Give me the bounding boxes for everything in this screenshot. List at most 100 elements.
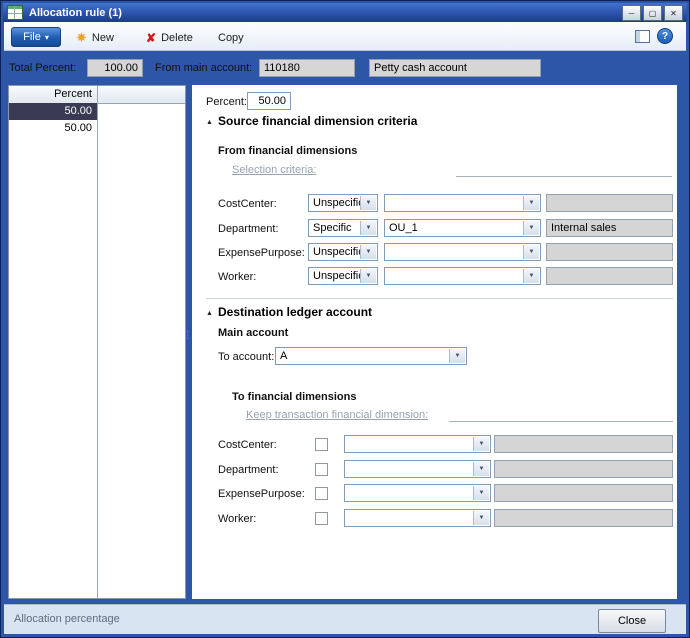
status-text: Allocation percentage	[14, 613, 120, 625]
dest-worker-select[interactable]: ▼	[344, 509, 491, 527]
from-financial-dimensions-heading: From financial dimensions	[218, 145, 357, 157]
close-button[interactable]: Close	[598, 609, 666, 633]
to-account-label: To account:	[218, 351, 274, 363]
chevron-down-icon[interactable]: ▼	[360, 269, 376, 283]
chevron-down-icon[interactable]: ▼	[473, 437, 489, 451]
dest-department-label: Department:	[218, 464, 279, 476]
expensepurpose-description-field	[546, 243, 673, 261]
grid-row[interactable]: 50.00	[9, 120, 97, 137]
to-financial-dimensions-heading: To financial dimensions	[232, 391, 356, 403]
copy-button[interactable]: Copy	[213, 28, 249, 47]
chevron-down-icon[interactable]: ▼	[360, 221, 376, 235]
dest-costcenter-checkbox[interactable]	[315, 438, 328, 451]
costcenter-label: CostCenter:	[218, 198, 277, 210]
selection-criteria-field[interactable]	[456, 176, 672, 177]
new-icon: ✷	[76, 31, 87, 44]
delete-button[interactable]: ✘ Delete	[141, 28, 198, 47]
app-icon[interactable]	[7, 5, 23, 20]
dest-worker-checkbox[interactable]	[315, 512, 328, 525]
chevron-down-icon[interactable]: ▼	[523, 269, 539, 283]
total-percent-field: 100.00	[87, 59, 143, 77]
dest-expensepurpose-description-field	[494, 484, 673, 502]
dest-expensepurpose-checkbox[interactable]	[315, 487, 328, 500]
keep-transaction-label: Keep transaction financial dimension:	[246, 409, 428, 421]
grid-row-selected[interactable]: 50.00	[9, 103, 97, 120]
percent-input[interactable]: 50.00	[247, 92, 291, 110]
file-menu-label: File	[23, 31, 41, 43]
to-account-select[interactable]: A ▼	[275, 347, 467, 365]
worker-label: Worker:	[218, 271, 256, 283]
costcenter-mode-value: Unspecific	[313, 197, 364, 209]
title-bar[interactable]: Allocation rule (1) ─ ▢ ✕	[3, 3, 687, 22]
costcenter-description-field	[546, 194, 673, 212]
dest-costcenter-select[interactable]: ▼	[344, 435, 491, 453]
selection-criteria-label: Selection criteria:	[232, 164, 316, 176]
chevron-down-icon[interactable]: ▼	[449, 349, 465, 363]
dest-costcenter-label: CostCenter:	[218, 439, 277, 451]
maximize-button[interactable]: ▢	[643, 5, 662, 21]
keep-transaction-field[interactable]	[449, 421, 673, 422]
section-expander-icon[interactable]: ▲	[206, 119, 213, 126]
dest-expensepurpose-label: ExpensePurpose:	[218, 488, 305, 500]
percent-grid: Percent 50.00 50.00	[8, 85, 186, 599]
window-title: Allocation rule (1)	[29, 7, 122, 19]
worker-description-field	[546, 267, 673, 285]
source-section-title[interactable]: Source financial dimension criteria	[218, 114, 417, 128]
main-account-heading: Main account	[218, 327, 288, 339]
costcenter-value-select[interactable]: ▼	[384, 194, 541, 212]
chevron-down-icon[interactable]: ▼	[360, 245, 376, 259]
department-value: OU_1	[389, 222, 418, 234]
grid-column-divider	[97, 86, 98, 598]
destination-section-title[interactable]: Destination ledger account	[218, 305, 372, 319]
chevron-down-icon: ▾	[45, 33, 49, 42]
chevron-down-icon[interactable]: ▼	[523, 196, 539, 210]
new-button[interactable]: ✷ New	[71, 28, 119, 47]
section-expander-icon[interactable]: ▲	[206, 310, 213, 317]
new-button-label: New	[92, 32, 114, 44]
dest-department-select[interactable]: ▼	[344, 460, 491, 478]
percent-label: Percent:	[206, 96, 247, 108]
chevron-down-icon[interactable]: ▼	[360, 196, 376, 210]
close-window-button[interactable]: ✕	[664, 5, 683, 21]
expensepurpose-value-select[interactable]: ▼	[384, 243, 541, 261]
expensepurpose-label: ExpensePurpose:	[218, 247, 305, 259]
from-main-account-number-field: 110180	[259, 59, 355, 77]
delete-button-label: Delete	[161, 32, 193, 44]
dest-costcenter-description-field	[494, 435, 673, 453]
dest-department-description-field	[494, 460, 673, 478]
from-main-account-label: From main account:	[155, 62, 252, 74]
chevron-down-icon[interactable]: ▼	[473, 511, 489, 525]
percent-column-header[interactable]: Percent	[9, 86, 97, 103]
dest-worker-description-field	[494, 509, 673, 527]
worker-mode-select[interactable]: Unspecific ▼	[308, 267, 378, 285]
layout-icon[interactable]	[635, 30, 650, 43]
worker-value-select[interactable]: ▼	[384, 267, 541, 285]
expensepurpose-mode-value: Unspecific	[313, 246, 364, 258]
splitter-handle[interactable]: ⁞	[186, 331, 189, 340]
chevron-down-icon[interactable]: ▼	[473, 462, 489, 476]
copy-button-label: Copy	[218, 32, 244, 44]
to-account-value: A	[280, 350, 287, 362]
dest-worker-label: Worker:	[218, 513, 256, 525]
minimize-button[interactable]: ─	[622, 5, 641, 21]
file-menu-button[interactable]: File ▾	[11, 27, 61, 47]
close-button-label: Close	[618, 615, 646, 627]
help-icon[interactable]: ?	[657, 28, 673, 44]
expensepurpose-mode-select[interactable]: Unspecific ▼	[308, 243, 378, 261]
chevron-down-icon[interactable]: ▼	[473, 486, 489, 500]
chevron-down-icon[interactable]: ▼	[523, 221, 539, 235]
worker-mode-value: Unspecific	[313, 270, 364, 282]
total-percent-label: Total Percent:	[9, 62, 76, 74]
section-divider	[206, 298, 673, 299]
allocation-rule-window: Allocation rule (1) ─ ▢ ✕ File ▾ ✷ New ✘…	[0, 0, 690, 638]
dest-expensepurpose-select[interactable]: ▼	[344, 484, 491, 502]
department-value-select[interactable]: OU_1 ▼	[384, 219, 541, 237]
dest-department-checkbox[interactable]	[315, 463, 328, 476]
from-main-account-name-field: Petty cash account	[369, 59, 541, 77]
department-label: Department:	[218, 223, 279, 235]
costcenter-mode-select[interactable]: Unspecific ▼	[308, 194, 378, 212]
chevron-down-icon[interactable]: ▼	[523, 245, 539, 259]
department-mode-select[interactable]: Specific ▼	[308, 219, 378, 237]
department-description-field: Internal sales	[546, 219, 673, 237]
department-mode-value: Specific	[313, 222, 352, 234]
